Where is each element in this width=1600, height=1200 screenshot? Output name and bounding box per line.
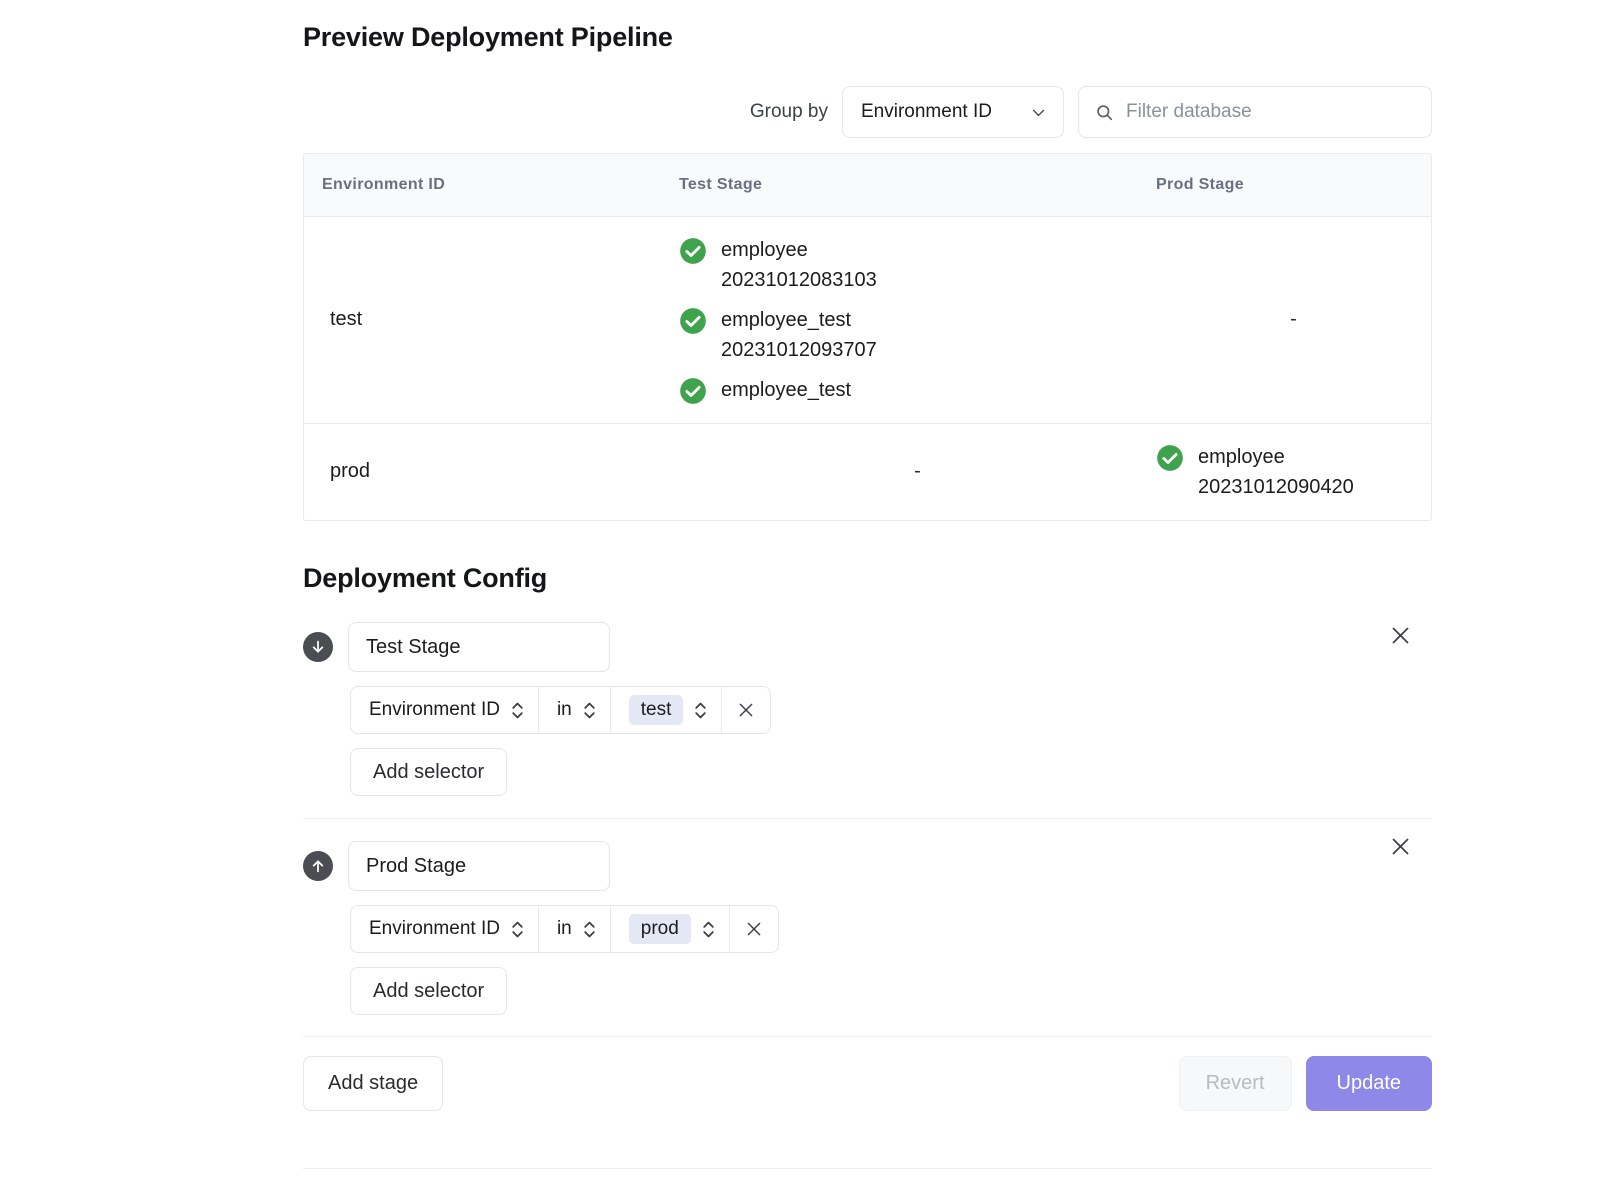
remove-stage-button[interactable] — [1385, 831, 1415, 861]
arrow-up-circle-icon — [303, 851, 333, 881]
add-selector-button[interactable]: Add selector — [350, 748, 507, 796]
selector-operator-select[interactable]: in — [539, 906, 611, 952]
update-button[interactable]: Update — [1306, 1056, 1433, 1111]
cell-test-stage: - — [679, 423, 1156, 520]
deployment-chip-label: employee_test 20231012093707 — [721, 305, 936, 365]
deployment-chip-label: employee_test — [721, 375, 851, 405]
selector-operator-select[interactable]: in — [539, 687, 611, 733]
group-by-select[interactable]: Environment ID — [842, 86, 1064, 138]
preview-pipeline-table: Environment ID Test Stage Prod Stage tes… — [303, 153, 1432, 521]
empty-value: - — [679, 460, 1156, 483]
column-header-test-stage: Test Stage — [679, 154, 1156, 216]
cell-prod-stage: employee 20231012090420 — [1156, 423, 1431, 520]
stage-card-test: Environment ID in te — [303, 608, 1432, 818]
selector-field-select[interactable]: Environment ID — [351, 906, 539, 952]
column-header-environment-id: Environment ID — [304, 154, 679, 216]
revert-button[interactable]: Revert — [1179, 1056, 1292, 1111]
filter-database-box[interactable] — [1078, 86, 1432, 138]
selector-field-select[interactable]: Environment ID — [351, 687, 539, 733]
search-icon — [1095, 103, 1114, 122]
selector-value-select[interactable]: prod — [611, 906, 730, 952]
selector-operator-label: in — [557, 699, 572, 721]
primary-actions: Revert Update — [1179, 1056, 1432, 1111]
stage-name-input[interactable] — [348, 622, 610, 672]
add-selector-button[interactable]: Add selector — [350, 967, 507, 1015]
stepper-updown-icon — [510, 919, 525, 940]
selector-value-pill: prod — [629, 914, 691, 944]
table-row: test employee 20231012083103 — [304, 216, 1431, 423]
selector-value-select[interactable]: test — [611, 687, 723, 733]
selector-row: Environment ID in pr — [350, 905, 779, 953]
chevron-down-icon — [1030, 104, 1047, 121]
deployment-chip-label: employee 20231012083103 — [721, 235, 936, 295]
deployment-pipeline-page: Preview Deployment Pipeline Group by Env… — [0, 0, 1600, 1200]
stage-card-prod: Environment ID in pr — [303, 818, 1432, 1037]
stepper-updown-icon — [701, 919, 716, 940]
check-circle-icon — [679, 377, 707, 405]
page-title: Preview Deployment Pipeline — [303, 22, 673, 53]
deployment-chip: employee_test — [679, 375, 1156, 405]
filter-database-input[interactable] — [1126, 87, 1415, 137]
close-icon — [745, 920, 763, 938]
close-icon — [1390, 625, 1411, 646]
stage-name-input[interactable] — [348, 841, 610, 891]
cell-test-stage: employee 20231012083103 employee_test 20… — [679, 216, 1156, 423]
close-icon — [737, 701, 755, 719]
selector-row: Environment ID in te — [350, 686, 771, 734]
check-circle-icon — [1156, 444, 1184, 472]
deployment-chip-label: employee 20231012090420 — [1198, 442, 1413, 502]
cell-environment-id: test — [304, 216, 679, 423]
table-header-row: Environment ID Test Stage Prod Stage — [304, 154, 1431, 216]
deployment-chip: employee 20231012083103 — [679, 235, 1156, 295]
cell-prod-stage: - — [1156, 216, 1431, 423]
deployment-chip: employee_test 20231012093707 — [679, 305, 1156, 365]
footer-actions: Add stage Revert Update — [303, 1056, 1432, 1111]
footer-divider-top — [303, 1036, 1432, 1037]
table-row: prod - employee 20231012090420 — [304, 423, 1431, 520]
arrow-down-circle-icon — [303, 632, 333, 662]
remove-selector-button[interactable] — [722, 687, 770, 733]
selector-field-label: Environment ID — [369, 918, 500, 940]
deployment-chip: employee 20231012090420 — [1156, 442, 1431, 502]
empty-value: - — [1156, 308, 1431, 331]
deployment-config-title: Deployment Config — [303, 563, 547, 594]
remove-stage-button[interactable] — [1385, 620, 1415, 650]
preview-toolbar: Group by Environment ID — [303, 86, 1432, 138]
stepper-updown-icon — [582, 919, 597, 940]
check-circle-icon — [679, 307, 707, 335]
remove-selector-button[interactable] — [730, 906, 778, 952]
column-header-prod-stage: Prod Stage — [1156, 154, 1431, 216]
add-stage-button[interactable]: Add stage — [303, 1056, 443, 1111]
selector-operator-label: in — [557, 918, 572, 940]
footer-divider-bottom — [303, 1168, 1432, 1169]
check-circle-icon — [679, 237, 707, 265]
close-icon — [1390, 836, 1411, 857]
selector-value-pill: test — [629, 695, 684, 725]
stage-list: Environment ID in te — [303, 608, 1432, 1037]
stepper-updown-icon — [510, 700, 525, 721]
selector-field-label: Environment ID — [369, 699, 500, 721]
cell-environment-id: prod — [304, 423, 679, 520]
stepper-updown-icon — [582, 700, 597, 721]
group-by-label: Group by — [750, 101, 828, 123]
stepper-updown-icon — [693, 700, 708, 721]
group-by-selected-value: Environment ID — [861, 101, 992, 123]
